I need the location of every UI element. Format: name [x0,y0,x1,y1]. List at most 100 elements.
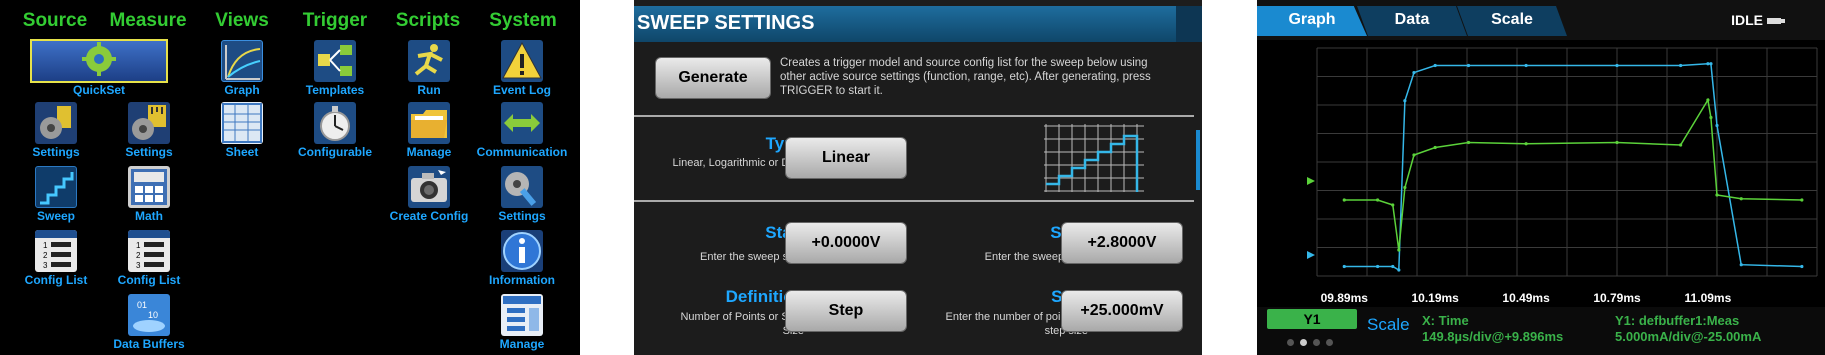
x-tick-label: 10.19ms [1411,291,1459,305]
x-tick-label: 10.79ms [1593,291,1641,305]
sweep-settings-panel: SWEEP SETTINGS Generate Creates a trigge… [634,0,1202,355]
definition-label: Definition [725,287,804,306]
svg-text:1: 1 [43,241,48,250]
numbered-list-icon: 123 [128,230,170,272]
page-dot[interactable] [1313,339,1320,346]
svg-text:10: 10 [148,310,158,320]
type-label: Type [765,134,804,153]
data-buffer-icon: 01 10 [128,294,170,336]
trace-point [1709,115,1713,120]
svg-text:2: 2 [136,251,141,260]
linear-sweep-staircase-icon [1042,122,1146,194]
trace-point [1524,142,1528,146]
quickset-button[interactable]: QuickSet [43,40,155,97]
information-label: Information [489,273,555,287]
menu-header-system: System [489,10,557,31]
trace-point [1715,193,1719,197]
system-manage-button[interactable]: Manage [466,294,578,351]
svg-text:2: 2 [43,251,48,260]
trace-point [1739,197,1743,201]
trace-point [1524,63,1528,68]
trace-point [1466,63,1471,68]
gear-battery-icon [35,102,77,144]
scrollbar-thumb[interactable] [1196,130,1200,190]
sweep-staircase-icon [35,166,77,208]
page-dot[interactable] [1287,339,1294,346]
trace-point [1376,264,1380,269]
x-axis-info-line1: X: Time [1422,313,1469,328]
quickset-label: QuickSet [72,83,126,97]
quickset-icon [78,40,120,82]
x-tick-label: 11.09ms [1685,291,1732,305]
start-value-button[interactable]: +0.0000V [786,223,906,263]
start-hint: Enter the sweep start [700,251,804,263]
stop-value-button[interactable]: +2.8000V [1062,223,1182,263]
idle-status-icon [1767,18,1785,24]
event-log-button[interactable]: Event Log [466,40,578,97]
trace-point [1403,99,1407,103]
graph-panel: Graph Data Scale IDLE 09.89ms 10.19ms 10.4… [1257,0,1825,355]
tab-graph[interactable]: Graph [1257,6,1367,36]
generate-description: Creates a trigger model and source confi… [780,57,1151,97]
trace-point [1615,140,1619,145]
trigger-flow-icon [314,40,356,82]
page-dot[interactable] [1300,339,1307,346]
y-axis-info-line2: 5.000mA/div@-25.00mA [1615,329,1762,344]
trace-point [1397,268,1401,272]
measurement-graph[interactable]: 09.89ms 10.19ms 10.49ms 10.79ms 11.09ms [1257,40,1825,308]
trace-point [1391,203,1395,207]
trace-point [1706,62,1710,66]
math-button[interactable]: Math [93,166,205,223]
type-hint: Linear, Logarithmic or Dual [672,157,804,169]
system-manage-label: Manage [499,337,545,351]
trace-point [1679,143,1683,147]
system-settings-label: Settings [498,209,546,223]
event-log-label: Event Log [492,83,551,97]
y1-trace-button[interactable]: Y1 [1267,309,1357,329]
information-button[interactable]: Information [466,230,578,287]
trace-point [1433,63,1437,68]
data-buffers-label: Data Buffers [113,337,185,351]
separator [634,115,1194,117]
y-axis-info: Y1: defbuffer1:Meas 5.000mA/div@-25.00mA [1615,313,1761,345]
status-indicator: IDLE [1731,12,1763,28]
communication-button[interactable]: Communication [466,102,578,159]
trace-point [1412,70,1416,75]
svg-text:3: 3 [136,261,141,270]
menu-header-scripts: Scripts [395,10,461,31]
type-select-button[interactable]: Linear [786,138,906,178]
trace-point [1403,185,1407,190]
trace-point [1397,248,1401,252]
trace-point [1615,63,1619,68]
generate-button[interactable]: Generate [656,58,770,98]
definition-select-button[interactable]: Step [786,291,906,331]
page-dots[interactable] [1287,333,1351,346]
math-label: Math [135,209,163,223]
spreadsheet-icon [221,102,263,144]
scale-link[interactable]: Scale [1367,315,1410,335]
system-settings-button[interactable]: Settings [466,166,578,223]
numbered-list-icon: 123 [35,230,77,272]
data-buffers-button[interactable]: 01 10 Data Buffers [93,294,205,351]
tab-data[interactable]: Data [1357,6,1467,36]
measure-config-list-button[interactable]: 123 Config List [93,230,205,287]
stopwatch-icon [314,102,356,144]
graph-icon [221,40,263,82]
running-figure-icon [408,40,450,82]
communication-label: Communication [476,145,568,159]
camera-icon [408,166,450,208]
forms-icon [501,294,543,336]
trace-point [1706,98,1710,102]
trace-point [1679,63,1683,68]
step-value-button[interactable]: +25.000mV [1062,291,1182,331]
tab-scale[interactable]: Scale [1457,6,1567,36]
trace-point [1709,62,1713,66]
y-axis-info-line1: Y1: defbuffer1:Meas [1615,313,1740,328]
bidirectional-arrow-icon [501,102,543,144]
measure-config-list-label: Config List [117,273,181,287]
page-dot[interactable] [1326,339,1333,346]
trace-point [1412,153,1416,157]
gear-ruler-icon [128,102,170,144]
trace-point [1342,198,1346,202]
trace-point [1391,264,1395,269]
